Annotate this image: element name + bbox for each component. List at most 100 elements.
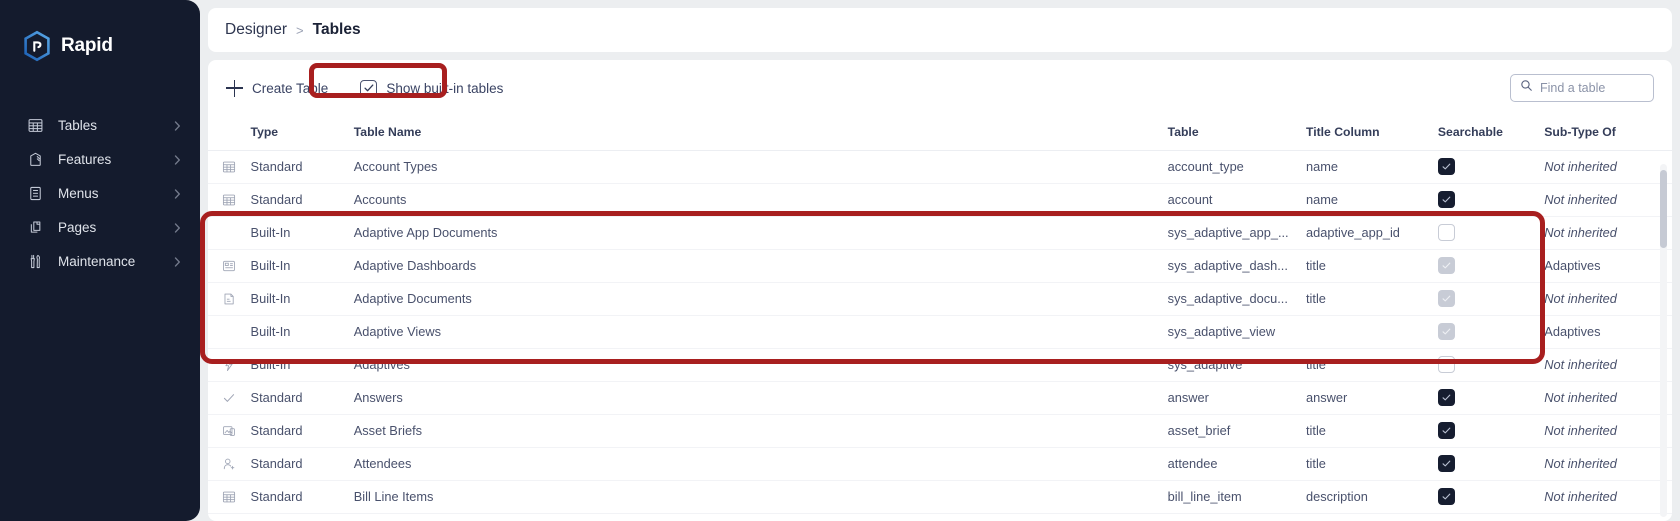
column-header-table[interactable]: Table bbox=[1167, 116, 1306, 151]
toolbar: Create Table Show built-in tables bbox=[208, 60, 1672, 116]
scrollbar-thumb[interactable] bbox=[1660, 170, 1667, 248]
table-row[interactable]: Standard Account Types account_type name Not… bbox=[208, 150, 1672, 184]
table-row[interactable]: Built-In Adaptive App Documents sys_adapti… bbox=[208, 216, 1672, 250]
show-builtin-tables-checkbox[interactable]: Show built-in tables bbox=[352, 74, 511, 103]
brand[interactable]: Rapid bbox=[0, 26, 200, 66]
table-row[interactable]: Built-In Adaptive Views sys_adaptive_view A… bbox=[208, 315, 1672, 349]
row-sub-type-of: Not inherited bbox=[1544, 381, 1672, 415]
create-table-button[interactable]: Create Table bbox=[222, 74, 332, 103]
table-row[interactable]: Standard Attendees attendee title Not inheri… bbox=[208, 447, 1672, 481]
tables-list-scroll-area[interactable]: Type Table Name Table Title Column Searc… bbox=[208, 116, 1672, 521]
row-type: Standard bbox=[250, 414, 354, 448]
vertical-scrollbar[interactable] bbox=[1660, 164, 1667, 517]
search-input[interactable] bbox=[1540, 81, 1644, 95]
row-table-name[interactable]: Attendees bbox=[353, 447, 1168, 481]
row-searchable bbox=[1437, 150, 1545, 184]
sidebar-item-maintenance[interactable]: Maintenance bbox=[0, 246, 200, 277]
sidebar-nav: Tables Features Menus Pages Maintenance bbox=[0, 110, 200, 277]
row-table-name[interactable]: Answers bbox=[353, 381, 1168, 415]
main-area: Designer > Tables Create Table Show buil… bbox=[200, 0, 1680, 521]
searchable-checkbox[interactable] bbox=[1437, 455, 1455, 472]
column-header-title-column[interactable]: Title Column bbox=[1305, 116, 1438, 151]
tables-table-body: Standard Account Types account_type name Not… bbox=[208, 150, 1672, 514]
row-table-name[interactable]: Bill Line Items bbox=[353, 480, 1168, 514]
row-type: Built-In bbox=[250, 315, 354, 349]
maintenance-tools-icon bbox=[26, 253, 44, 271]
searchable-checkbox[interactable] bbox=[1437, 158, 1455, 175]
row-table-name[interactable]: Adaptive App Documents bbox=[353, 216, 1168, 250]
row-sub-type-of: Not inherited bbox=[1544, 348, 1672, 382]
row-title-column: title bbox=[1305, 348, 1438, 382]
row-table-name[interactable]: Adaptives bbox=[353, 348, 1168, 382]
column-header-searchable[interactable]: Searchable bbox=[1437, 116, 1545, 151]
table-row[interactable]: Standard Answers answer answer Not inherited bbox=[208, 381, 1672, 415]
searchable-checkbox[interactable] bbox=[1437, 356, 1455, 373]
row-type-icon bbox=[208, 447, 251, 481]
searchable-checkbox[interactable] bbox=[1437, 389, 1455, 406]
column-header-sub-type-of[interactable]: Sub-Type Of bbox=[1544, 116, 1672, 151]
row-table: attendee bbox=[1167, 447, 1306, 481]
column-header-table-name[interactable]: Table Name bbox=[353, 116, 1168, 151]
chevron-right-icon bbox=[173, 187, 182, 201]
row-table: sys_adaptive_docu... bbox=[1167, 282, 1306, 316]
sidebar-item-menus[interactable]: Menus bbox=[0, 178, 200, 209]
table-row[interactable]: Built-In Adaptives sys_adaptive title Not in… bbox=[208, 348, 1672, 382]
row-type-icon bbox=[208, 282, 251, 316]
row-sub-type-of: Not inherited bbox=[1544, 480, 1672, 514]
table-row[interactable]: Standard Accounts account name Not inherited bbox=[208, 183, 1672, 217]
searchable-checkbox[interactable] bbox=[1437, 224, 1455, 241]
chevron-right-icon bbox=[173, 221, 182, 235]
sidebar-item-label: Features bbox=[58, 152, 112, 167]
row-searchable bbox=[1437, 249, 1545, 283]
row-table: sys_adaptive bbox=[1167, 348, 1306, 382]
row-type: Built-In bbox=[250, 348, 354, 382]
row-sub-type-of: Not inherited bbox=[1544, 183, 1672, 217]
row-table-name[interactable]: Accounts bbox=[353, 183, 1168, 217]
sidebar-item-features[interactable]: Features bbox=[0, 144, 200, 175]
table-header-row: Type Table Name Table Title Column Searc… bbox=[208, 116, 1672, 151]
sidebar-item-tables[interactable]: Tables bbox=[0, 110, 200, 141]
searchable-checkbox-disabled bbox=[1437, 323, 1455, 340]
row-searchable bbox=[1437, 381, 1545, 415]
sidebar-item-label: Menus bbox=[58, 186, 99, 201]
find-a-table-search[interactable] bbox=[1510, 74, 1654, 102]
row-title-column: title bbox=[1305, 282, 1438, 316]
row-title-column: title bbox=[1305, 249, 1438, 283]
row-type: Built-In bbox=[250, 282, 354, 316]
table-row[interactable]: Built-In Adaptive Dashboards sys_adaptive_… bbox=[208, 249, 1672, 283]
table-row[interactable]: Built-In Adaptive Documents sys_adaptive_d… bbox=[208, 282, 1672, 316]
check-icon bbox=[1442, 262, 1451, 269]
searchable-checkbox[interactable] bbox=[1437, 422, 1455, 439]
row-table-name[interactable]: Adaptive Documents bbox=[353, 282, 1168, 316]
table-row[interactable]: Standard Bill Line Items bill_line_item des… bbox=[208, 480, 1672, 514]
row-sub-type-of: Not inherited bbox=[1544, 216, 1672, 250]
create-table-label: Create Table bbox=[252, 80, 329, 96]
sidebar-item-pages[interactable]: Pages bbox=[0, 212, 200, 243]
checkbox-box[interactable] bbox=[360, 79, 378, 97]
show-builtin-tables-label: Show built-in tables bbox=[386, 80, 504, 96]
row-table: sys_adaptive_view bbox=[1167, 315, 1306, 349]
table-row[interactable]: Standard Asset Briefs asset_brief title Not … bbox=[208, 414, 1672, 448]
searchable-checkbox[interactable] bbox=[1437, 191, 1455, 208]
column-header-type[interactable]: Type bbox=[250, 116, 354, 151]
row-searchable bbox=[1437, 348, 1545, 382]
row-searchable bbox=[1437, 216, 1545, 250]
row-table-name[interactable]: Account Types bbox=[353, 150, 1168, 184]
check-icon bbox=[1442, 328, 1451, 335]
row-table: bill_line_item bbox=[1167, 480, 1306, 514]
pages-stack-icon bbox=[26, 219, 44, 237]
row-table-name[interactable]: Adaptive Dashboards bbox=[353, 249, 1168, 283]
row-searchable bbox=[1437, 315, 1545, 349]
row-type-icon bbox=[208, 381, 251, 415]
row-table-name[interactable]: Asset Briefs bbox=[353, 414, 1168, 448]
searchable-checkbox[interactable] bbox=[1437, 488, 1455, 505]
row-table-name[interactable]: Adaptive Views bbox=[353, 315, 1168, 349]
row-table: account bbox=[1167, 183, 1306, 217]
row-searchable bbox=[1437, 282, 1545, 316]
breadcrumb-parent[interactable]: Designer bbox=[225, 21, 287, 39]
row-type-icon bbox=[208, 150, 251, 184]
sidebar-item-label: Tables bbox=[58, 118, 98, 133]
tables-table: Type Table Name Table Title Column Searc… bbox=[208, 116, 1672, 514]
row-sub-type-of: Not inherited bbox=[1544, 414, 1672, 448]
row-title-column: name bbox=[1305, 183, 1438, 217]
